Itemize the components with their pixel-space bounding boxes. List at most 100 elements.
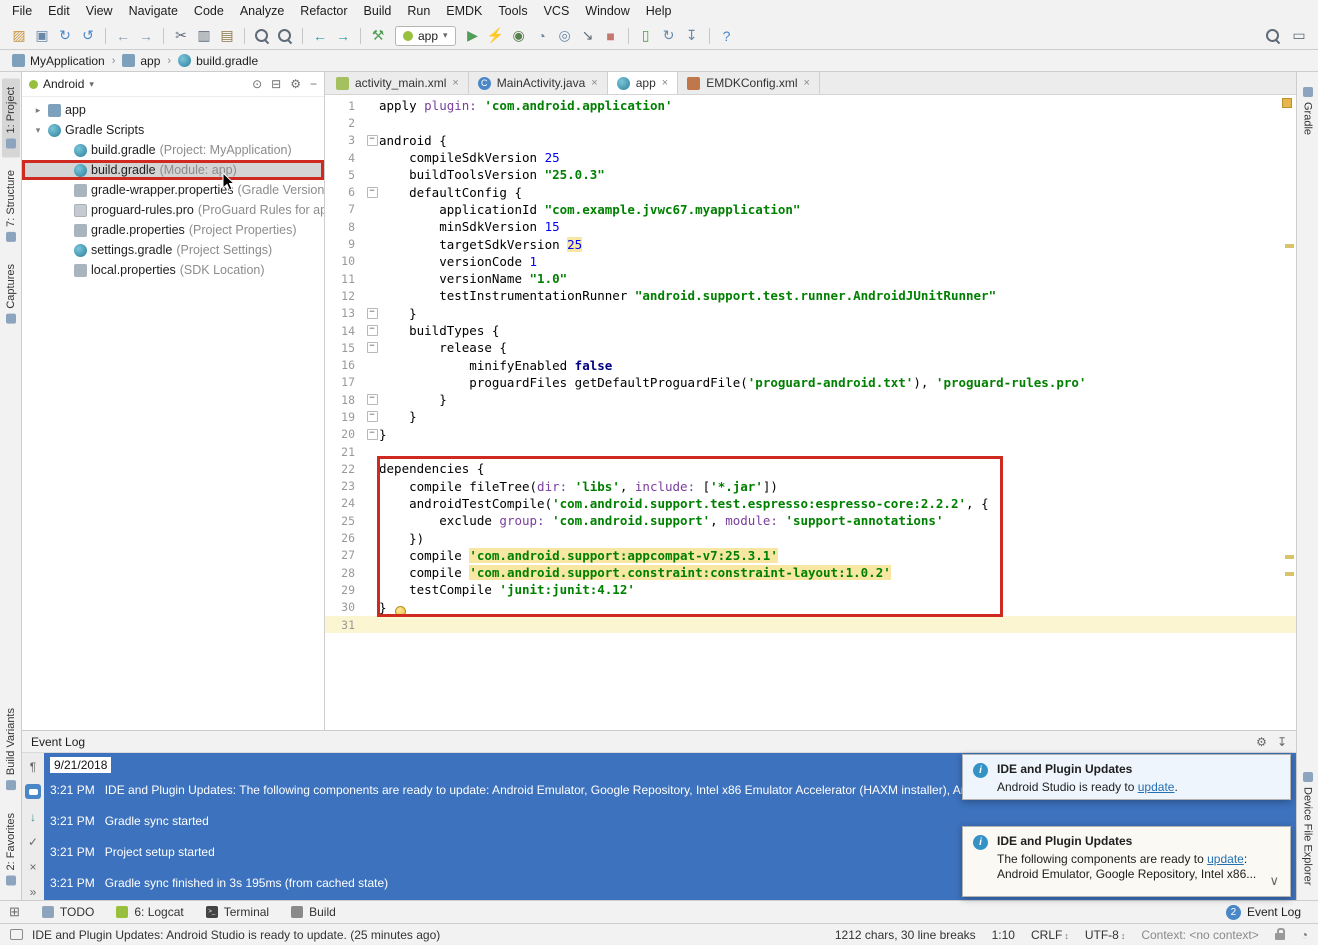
fold-marker[interactable] xyxy=(365,394,379,405)
help-icon[interactable]: ? xyxy=(716,25,738,47)
tree-item-local-properties-sdk-location[interactable]: local.properties(SDK Location) xyxy=(22,260,324,280)
hide-icon[interactable]: ↧ xyxy=(1277,735,1287,749)
menu-item-vcs[interactable]: VCS xyxy=(536,0,578,22)
status-message[interactable]: IDE and Plugin Updates: Android Studio i… xyxy=(32,928,440,942)
replace-icon[interactable] xyxy=(274,25,296,47)
fold-marker[interactable] xyxy=(365,308,379,319)
ide-layout-icon[interactable]: ▭ xyxy=(1288,25,1310,47)
attach-debugger-icon[interactable]: ↘ xyxy=(577,25,599,47)
stop-icon[interactable]: ■ xyxy=(600,25,622,47)
breadcrumb-item-build-gradle[interactable]: build.gradle xyxy=(178,54,258,68)
profile-icon[interactable]: ◔ xyxy=(531,25,553,47)
tree-item-proguard-rules-pro-proguard-rules-for-app[interactable]: proguard-rules.pro(ProGuard Rules for ap… xyxy=(22,200,324,220)
settings-icon[interactable]: ⚙ xyxy=(1256,735,1267,749)
settings-icon[interactable]: ⚙ xyxy=(290,77,301,91)
coverage-icon[interactable]: ◎ xyxy=(554,25,576,47)
toolwindow-switcher-icon[interactable]: ⊞ xyxy=(9,904,20,920)
lock-icon[interactable] xyxy=(1275,933,1285,940)
avd-manager-icon[interactable]: ▯ xyxy=(635,25,657,47)
code-line-10[interactable]: 10 versionCode 1 xyxy=(325,253,1296,270)
error-stripe-mark[interactable] xyxy=(1285,555,1294,559)
code-line-14[interactable]: 14 buildTypes { xyxy=(325,322,1296,339)
sdk-manager-icon[interactable]: ↧ xyxy=(681,25,703,47)
breadcrumb-item-app[interactable]: app xyxy=(122,54,160,68)
menu-item-edit[interactable]: Edit xyxy=(40,0,78,22)
code-line-29[interactable]: 29 testCompile 'junit:junit:4.12' xyxy=(325,581,1296,598)
code-line-5[interactable]: 5 buildToolsVersion "25.0.3" xyxy=(325,166,1296,183)
inspections-profile-icon[interactable]: ◔ xyxy=(1301,928,1308,942)
make-project-icon[interactable]: ⚒ xyxy=(367,25,389,47)
tab-emdkconfig-xml[interactable]: EMDKConfig.xml × xyxy=(678,72,820,94)
event-message-icon[interactable] xyxy=(10,929,23,940)
locate-file-icon[interactable]: ⊙ xyxy=(252,77,262,91)
tool-button-device-file-explorer[interactable]: Device File Explorer xyxy=(1299,763,1317,894)
code-line-17[interactable]: 17 proguardFiles getDefaultProguardFile(… xyxy=(325,374,1296,391)
save-icon[interactable]: ▣ xyxy=(31,25,53,47)
error-stripe-mark[interactable] xyxy=(1285,572,1294,576)
menu-item-code[interactable]: Code xyxy=(186,0,232,22)
debug-icon[interactable]: ◉ xyxy=(508,25,530,47)
notification-balloon-2[interactable]: i IDE and Plugin Updates The following c… xyxy=(962,826,1291,897)
tool-button-7-structure[interactable]: 7: Structure xyxy=(2,161,20,251)
menu-item-window[interactable]: Window xyxy=(577,0,637,22)
paste-icon[interactable]: ▤ xyxy=(216,25,238,47)
tree-item-build-gradle-module-app[interactable]: build.gradle(Module: app) xyxy=(22,160,324,180)
code-line-20[interactable]: 20} xyxy=(325,426,1296,443)
close-tab-icon[interactable]: × xyxy=(662,77,668,89)
run-icon[interactable]: ▶ xyxy=(462,25,484,47)
code-line-15[interactable]: 15 release { xyxy=(325,339,1296,356)
nav-back-icon[interactable]: ← xyxy=(309,25,331,47)
code-line-3[interactable]: 3android { xyxy=(325,132,1296,149)
toolwindow-button-todo[interactable]: TODO xyxy=(42,905,94,919)
close-tab-icon[interactable]: × xyxy=(452,77,458,89)
code-line-2[interactable]: 2 xyxy=(325,114,1296,131)
tree-item-gradle-scripts[interactable]: ▾Gradle Scripts xyxy=(22,120,324,140)
fold-marker[interactable] xyxy=(365,342,379,353)
update-link[interactable]: update xyxy=(1207,852,1244,866)
code-line-30[interactable]: 30} xyxy=(325,599,1296,616)
close-tab-icon[interactable]: × xyxy=(591,77,597,89)
toolwindow-button-terminal[interactable]: >_Terminal xyxy=(206,905,269,919)
soft-wrap-icon[interactable]: ¶ xyxy=(25,759,41,774)
open-icon[interactable]: ▨ xyxy=(8,25,30,47)
copy-icon[interactable]: ▥ xyxy=(193,25,215,47)
inspection-status-icon[interactable] xyxy=(1282,98,1292,108)
tree-item-build-gradle-project-myapplication[interactable]: build.gradle(Project: MyApplication) xyxy=(22,140,324,160)
code-line-24[interactable]: 24 androidTestCompile('com.android.suppo… xyxy=(325,495,1296,512)
fold-marker[interactable] xyxy=(365,135,379,146)
code-line-25[interactable]: 25 exclude group: 'com.android.support',… xyxy=(325,512,1296,529)
code-line-19[interactable]: 19 } xyxy=(325,408,1296,425)
breadcrumb-item-myapplication[interactable]: MyApplication xyxy=(12,54,105,68)
menu-item-tools[interactable]: Tools xyxy=(490,0,535,22)
code-line-16[interactable]: 16 minifyEnabled false xyxy=(325,356,1296,373)
fold-marker[interactable] xyxy=(365,325,379,336)
menu-item-emdk[interactable]: EMDK xyxy=(438,0,490,22)
search-everywhere-icon[interactable] xyxy=(1262,25,1284,47)
tool-button-2-favorites[interactable]: 2: Favorites xyxy=(2,804,20,894)
code-line-8[interactable]: 8 minSdkVersion 15 xyxy=(325,218,1296,235)
menu-item-view[interactable]: View xyxy=(78,0,121,22)
tree-item-app[interactable]: ▸app xyxy=(22,100,324,120)
mark-read-icon[interactable]: ✓ xyxy=(25,835,41,850)
nav-forward-icon[interactable]: → xyxy=(332,25,354,47)
menu-item-run[interactable]: Run xyxy=(399,0,438,22)
tab-mainactivity-java[interactable]: MainActivity.java × xyxy=(469,72,608,94)
code-line-13[interactable]: 13 } xyxy=(325,305,1296,322)
code-line-28[interactable]: 28 compile 'com.android.support.constrai… xyxy=(325,564,1296,581)
sync-ide-icon[interactable]: ↻ xyxy=(54,25,76,47)
collapse-all-icon[interactable]: ⊟ xyxy=(271,77,281,91)
sync-gradle-icon[interactable]: ↻ xyxy=(658,25,680,47)
tool-button-build-variants[interactable]: Build Variants xyxy=(2,699,20,799)
toolwindow-button-build[interactable]: Build xyxy=(291,905,336,919)
toolwindow-button-event-log[interactable]: Event Log xyxy=(1247,905,1301,919)
fold-marker[interactable] xyxy=(365,187,379,198)
menu-item-navigate[interactable]: Navigate xyxy=(121,0,186,22)
fold-marker[interactable] xyxy=(365,429,379,440)
hide-panel-icon[interactable]: − xyxy=(310,77,317,91)
code-line-4[interactable]: 4 compileSdkVersion 25 xyxy=(325,149,1296,166)
find-icon[interactable] xyxy=(251,25,273,47)
code-line-23[interactable]: 23 compile fileTree(dir: 'libs', include… xyxy=(325,478,1296,495)
tool-button-gradle[interactable]: Gradle xyxy=(1299,78,1317,144)
code-line-18[interactable]: 18 } xyxy=(325,391,1296,408)
notification-balloon-1[interactable]: i IDE and Plugin Updates Android Studio … xyxy=(962,754,1291,800)
